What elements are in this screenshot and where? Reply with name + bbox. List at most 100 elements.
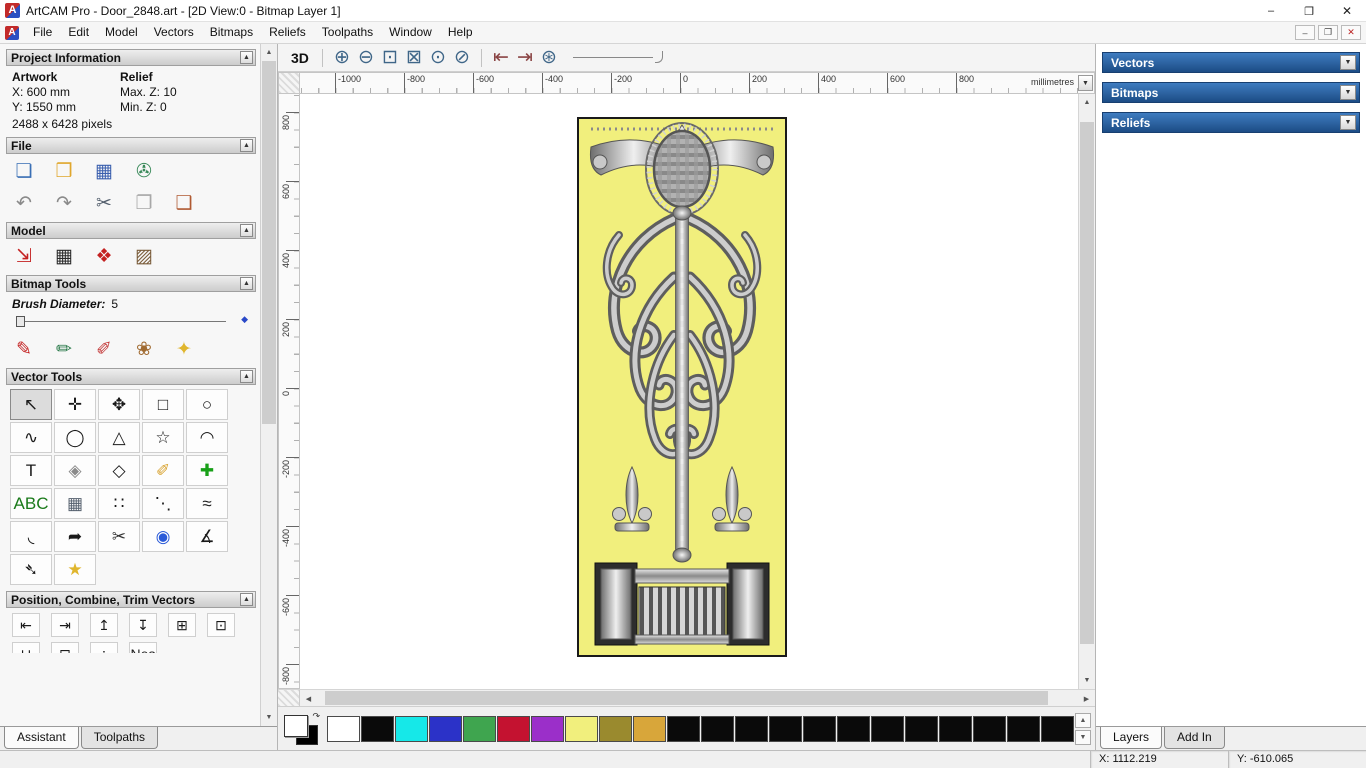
set-model-size-icon[interactable]: ⇲ — [10, 243, 38, 269]
scroll-up-icon[interactable]: ▲ — [1079, 94, 1095, 111]
align-right-icon[interactable]: ⇥ — [51, 613, 79, 637]
zoom-100-icon[interactable]: ⊙ — [427, 47, 449, 69]
offset-vector-icon[interactable]: ✐ — [142, 455, 184, 486]
array-copy-icon[interactable]: ∷ — [98, 488, 140, 519]
scrollbar-thumb[interactable] — [324, 691, 1048, 705]
relief-envelope-icon[interactable]: ❖ — [90, 243, 118, 269]
menu-item[interactable]: Help — [440, 23, 481, 42]
scroll-up-icon[interactable]: ▲ — [261, 44, 277, 61]
palette-swatch[interactable] — [667, 715, 700, 742]
palette-swatch[interactable] — [327, 715, 360, 742]
palette-swatch[interactable] — [905, 715, 938, 742]
collapse-icon[interactable]: ▲ — [240, 139, 253, 152]
palette-swatch[interactable] — [735, 715, 768, 742]
zoom-window-icon[interactable]: ⊡ — [379, 47, 401, 69]
collapse-icon[interactable]: ▲ — [240, 51, 253, 64]
node-editing-icon[interactable]: ✛ — [54, 389, 96, 420]
assistant-scrollbar[interactable]: ▲ ▼ — [260, 44, 277, 726]
mdi-close-button[interactable]: ✕ — [1341, 25, 1361, 40]
create-polygon-icon[interactable]: △ — [98, 422, 140, 453]
menu-item[interactable]: Window — [381, 23, 440, 42]
section-model[interactable]: Model ▲ — [6, 222, 256, 239]
join-vectors-icon[interactable]: ➦ — [54, 521, 96, 552]
panel-tab[interactable]: Toolpaths — [80, 727, 159, 749]
mdi-restore-button[interactable]: ❐ — [1318, 25, 1338, 40]
palette-swatch[interactable] — [973, 715, 1006, 742]
interactive-distort-icon[interactable]: ◉ — [142, 521, 184, 552]
create-polyline-icon[interactable]: ∿ — [10, 422, 52, 453]
block-copy-icon[interactable]: ✚ — [186, 455, 228, 486]
wrap-text-icon[interactable]: ◈ — [54, 455, 96, 486]
paint-icon[interactable]: ✎ — [10, 336, 38, 362]
palette-swatch[interactable] — [531, 715, 564, 742]
pan-left-icon[interactable]: ⇤ — [490, 47, 512, 69]
canvas-vertical-scrollbar[interactable]: ▲ ▼ — [1078, 94, 1095, 689]
units-dropdown-button[interactable]: ▼ — [1078, 75, 1093, 91]
section-position-combine-trim[interactable]: Position, Combine, Trim Vectors ▲ — [6, 591, 256, 608]
draw-icon[interactable]: ✏ — [50, 336, 78, 362]
scrollbar-thumb[interactable] — [262, 61, 276, 424]
snap-grid-icon[interactable]: ▦ — [54, 488, 96, 519]
canvas-2d-view[interactable] — [300, 94, 1078, 689]
weld-vectors-icon[interactable]: ⊔ — [12, 642, 40, 653]
palette-swatch[interactable] — [1041, 715, 1074, 742]
zoom-fit-icon[interactable]: ⊠ — [403, 47, 425, 69]
create-circle-icon[interactable]: ○ — [186, 389, 228, 420]
palette-scroll-up-icon[interactable]: ▲ — [1075, 712, 1091, 728]
primary-colour[interactable] — [284, 714, 308, 737]
redo-icon[interactable]: ↷ — [50, 190, 78, 216]
canvas-horizontal-scrollbar[interactable]: ◀ ▶ — [278, 689, 1095, 706]
paste-icon[interactable]: ❑ — [170, 190, 198, 216]
create-star-icon[interactable]: ☆ — [142, 422, 184, 453]
palette-swatch[interactable] — [565, 715, 598, 742]
view-3d-button[interactable]: 3D — [286, 49, 314, 67]
panel-tab[interactable]: Assistant — [4, 727, 79, 749]
align-centre-icon[interactable]: ⊞ — [168, 613, 196, 637]
wrap-vectors-icon[interactable]: ★ — [54, 554, 96, 585]
palette-swatch[interactable] — [429, 715, 462, 742]
fit-arcs-icon[interactable]: ➴ — [10, 554, 52, 585]
panel-header-vectors[interactable]: Vectors ▼ — [1102, 52, 1360, 73]
palette-swatch[interactable] — [803, 715, 836, 742]
scroll-down-icon[interactable]: ▼ — [1079, 672, 1095, 689]
subtract-vectors-icon[interactable]: ⊟ — [51, 642, 79, 653]
palette-swatch[interactable] — [769, 715, 802, 742]
palette-swatch[interactable] — [701, 715, 734, 742]
copy-icon[interactable]: ❐ — [130, 190, 158, 216]
palette-swatch[interactable] — [633, 715, 666, 742]
create-text-icon[interactable]: T — [10, 455, 52, 486]
link-diamond-icon[interactable]: ◆ — [241, 314, 248, 325]
align-top-icon[interactable]: ↥ — [90, 613, 118, 637]
palette-swatch[interactable] — [939, 715, 972, 742]
slider-handle[interactable] — [16, 316, 25, 327]
create-arc-icon[interactable]: ◠ — [186, 422, 228, 453]
scroll-down-icon[interactable]: ▼ — [261, 709, 277, 726]
zoom-in-icon[interactable]: ⊕ — [331, 47, 353, 69]
dropdown-button[interactable]: ▼ — [1340, 55, 1356, 70]
palette-swatch[interactable] — [871, 715, 904, 742]
model-from-image-icon[interactable]: ▨ — [130, 243, 158, 269]
palette-swatch[interactable] — [1007, 715, 1040, 742]
transform-vectors-icon[interactable]: ✥ — [98, 389, 140, 420]
maximize-button[interactable]: ❐ — [1290, 0, 1328, 22]
pan-right-icon[interactable]: ⇥ — [514, 47, 536, 69]
menu-item[interactable]: Toolpaths — [314, 23, 381, 42]
zoom-previous-icon[interactable]: ⊛ — [538, 47, 560, 69]
menu-item[interactable]: Edit — [60, 23, 97, 42]
smoothness-slider[interactable] — [572, 49, 663, 67]
zoom-out-icon[interactable]: ⊖ — [355, 47, 377, 69]
create-boundary-icon[interactable]: ◇ — [98, 455, 140, 486]
mdi-minimize-button[interactable]: – — [1295, 25, 1315, 40]
panel-header-bitmaps[interactable]: Bitmaps ▼ — [1102, 82, 1360, 103]
text-on-curve-icon[interactable]: ABC — [10, 488, 52, 519]
palette-swatch[interactable] — [463, 715, 496, 742]
scatter-copies-icon[interactable]: ∴ — [90, 642, 118, 653]
measure-icon[interactable]: ∡ — [186, 521, 228, 552]
save-model-icon[interactable]: ▦ — [90, 158, 118, 184]
panel-tab[interactable]: Layers — [1100, 727, 1163, 749]
trim-vectors-icon[interactable]: ✂ — [98, 521, 140, 552]
dropdown-button[interactable]: ▼ — [1340, 115, 1356, 130]
colour-palette-icon[interactable]: ❀ — [130, 336, 158, 362]
zoom-object-icon[interactable]: ⊘ — [451, 47, 473, 69]
align-middle-icon[interactable]: ⊡ — [207, 613, 235, 637]
